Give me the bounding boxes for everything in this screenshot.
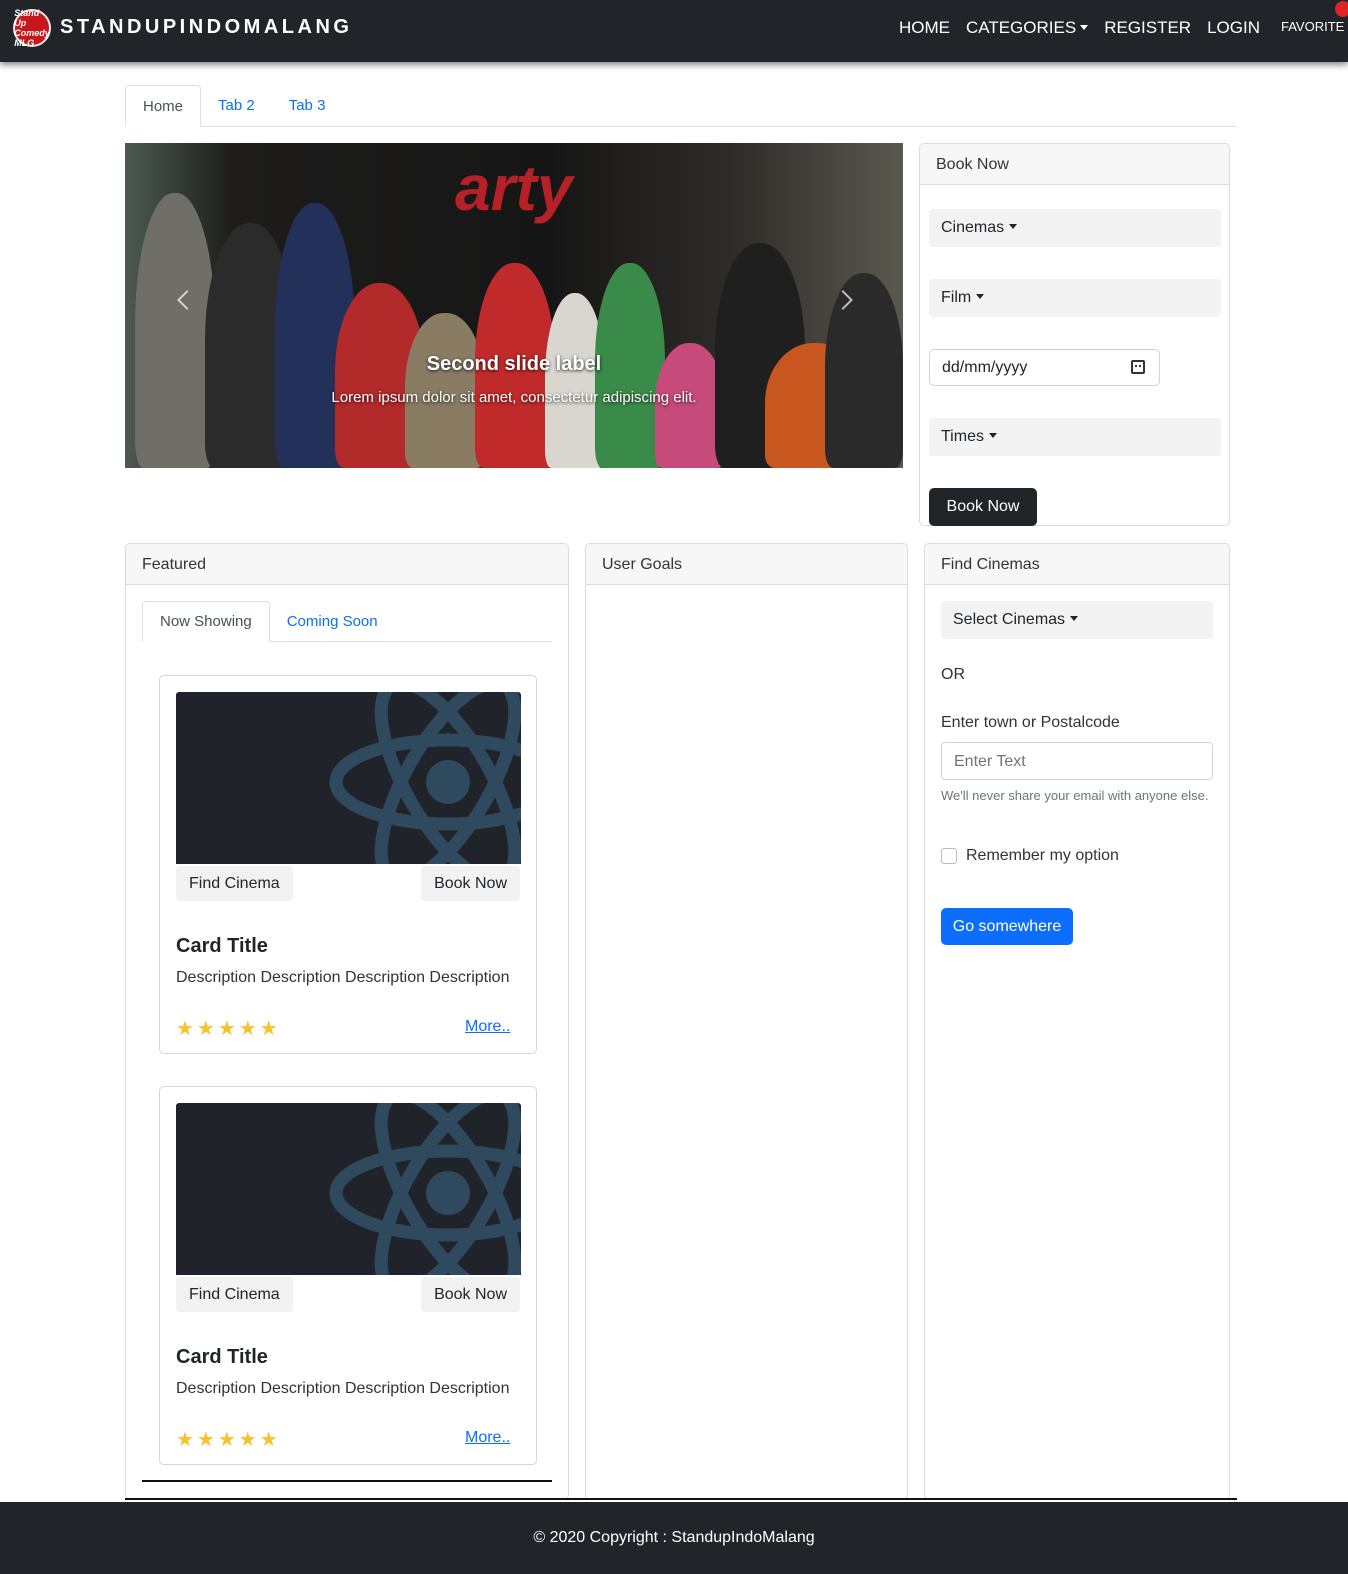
movie-title: Card Title [176,1346,268,1368]
featured-tabs: Now Showing Coming Soon [142,601,552,642]
top-navbar: Stand Up Comedy MLG STANDUPINDOMALANG HO… [0,0,1348,62]
featured-divider [142,1480,552,1482]
movie-poster [176,1103,521,1275]
nav-home-link[interactable]: HOME [899,18,950,38]
user-goals-header: User Goals [586,544,907,585]
remember-checkbox[interactable] [941,848,957,864]
tab-now-showing[interactable]: Now Showing [142,601,270,642]
nav-categories-dropdown[interactable]: CATEGORIES [966,18,1088,38]
cinemas-dropdown[interactable]: Cinemas [929,209,1221,247]
photo-person [135,193,215,468]
times-dropdown[interactable]: Times [929,418,1221,456]
brand-name[interactable]: STANDUPINDOMALANG [60,16,352,39]
content-bottom-divider [125,1498,1237,1500]
top-tabs: Home Tab 2 Tab 3 [125,85,1237,127]
date-input[interactable]: dd/mm/yyyy [929,349,1160,386]
carousel-caption-text: Lorem ipsum dolor sit amet, consectetur … [331,389,697,406]
nav-register-link[interactable]: REGISTER [1104,18,1191,38]
photo-carousel: arty Second slide label Lorem ipsum dolo… [125,143,903,468]
movie-title: Card Title [176,935,268,957]
find-cinemas-card: Find Cinemas Select Cinemas OR Enter tow… [924,543,1230,1500]
brand-logo[interactable]: Stand Up Comedy MLG [13,8,51,48]
movie-book-now-button[interactable]: Book Now [421,866,520,901]
film-dropdown[interactable]: Film [929,279,1221,317]
favorite-badge [1335,1,1348,17]
tab-3[interactable]: Tab 3 [272,85,343,126]
book-now-card: Book Now Cinemas Film dd/mm/yyyy Times B… [919,143,1230,526]
copyright-text: © 2020 Copyright : StandupIndoMalang [533,1529,815,1546]
help-text: We'll never share your email with anyone… [941,788,1209,803]
featured-header: Featured [126,544,568,585]
find-cinema-button[interactable]: Find Cinema [176,1277,293,1312]
carousel-photo-banner: arty [455,152,573,224]
town-postalcode-input[interactable]: Enter Text [941,742,1213,780]
or-label: OR [941,666,965,683]
movie-card: Find Cinema Book Now Card Title Descript… [159,675,537,1054]
find-cinemas-header: Find Cinemas [925,544,1229,585]
tab-home[interactable]: Home [125,85,202,127]
go-somewhere-button[interactable]: Go somewhere [941,908,1073,945]
star-rating-icon: ★★★★★ [176,1018,281,1040]
carousel-caption-title: Second slide label [426,353,602,375]
remember-label[interactable]: Remember my option [966,847,1119,865]
book-now-header: Book Now [920,144,1229,185]
tab-2[interactable]: Tab 2 [201,85,272,126]
date-placeholder: dd/mm/yyyy [942,359,1028,376]
more-link[interactable]: More.. [465,1429,510,1447]
nav-links: HOME CATEGORIES REGISTER LOGIN [899,18,1260,38]
footer: © 2020 Copyright : StandupIndoMalang [0,1502,1348,1574]
movie-description: Description Description Description Desc… [176,969,510,986]
movie-poster [176,692,521,864]
react-logo-icon [329,692,521,864]
find-cinema-button[interactable]: Find Cinema [176,866,293,901]
tab-coming-soon[interactable]: Coming Soon [270,601,395,641]
movie-card: Find Cinema Book Now Card Title Descript… [159,1086,537,1465]
featured-card: Featured Now Showing Coming Soon Find Ci… [125,543,569,1500]
book-now-button[interactable]: Book Now [929,488,1037,526]
calendar-icon[interactable] [1131,360,1145,374]
more-link[interactable]: More.. [465,1018,510,1036]
nav-favorite-link[interactable]: FAVORITE [1281,19,1344,34]
star-rating-icon: ★★★★★ [176,1429,281,1451]
movie-book-now-button[interactable]: Book Now [421,1277,520,1312]
select-cinemas-dropdown[interactable]: Select Cinemas [941,601,1213,639]
react-logo-icon [329,1103,521,1275]
town-postalcode-label: Enter town or Postalcode [941,714,1120,731]
movie-description: Description Description Description Desc… [176,1380,510,1397]
user-goals-card: User Goals [585,543,908,1500]
nav-login-link[interactable]: LOGIN [1207,18,1260,38]
